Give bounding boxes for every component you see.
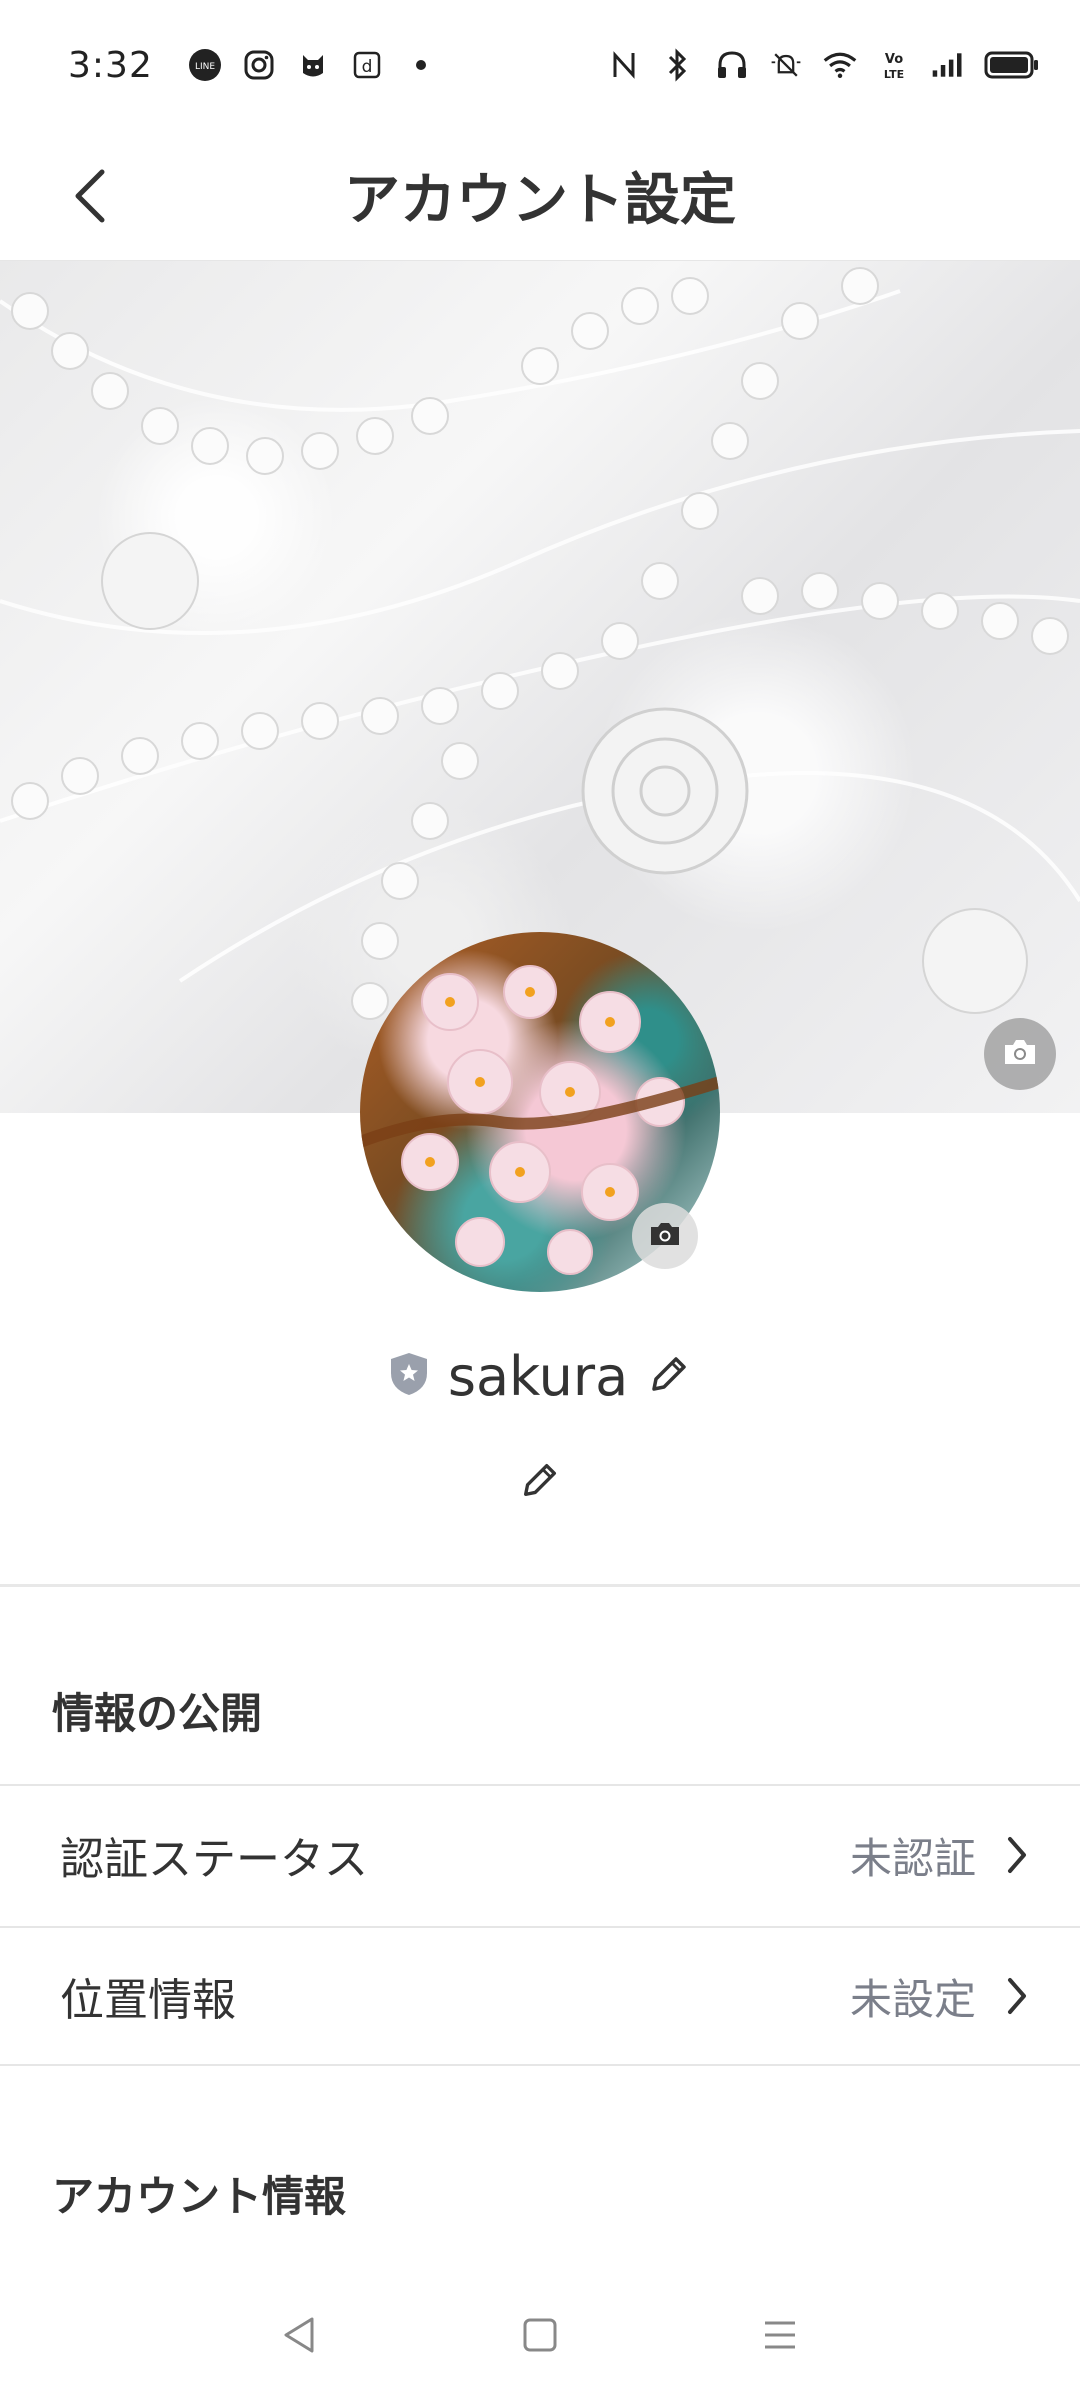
svg-text:Vo: Vo xyxy=(885,52,903,67)
row-value: 未設定 xyxy=(849,1974,976,2024)
camera-icon xyxy=(1001,1036,1039,1072)
status-bar: 3:32 LINE d Vo LTE xyxy=(0,0,1080,130)
row-label: 位置情報 xyxy=(60,1975,236,2026)
wifi-icon xyxy=(822,47,858,83)
row-right: 未認証 xyxy=(850,1825,1030,1886)
username-row: sakura xyxy=(0,1340,1080,1412)
triangle-back-icon xyxy=(284,2317,314,2353)
nav-back-button[interactable] xyxy=(270,2305,330,2365)
section-divider xyxy=(0,1584,1080,1587)
camera-icon xyxy=(648,1220,682,1252)
rose-ornament xyxy=(581,707,749,875)
page-title: アカウント設定 xyxy=(344,167,736,233)
cover-camera-button[interactable] xyxy=(984,1018,1056,1090)
bluetooth-icon xyxy=(660,47,696,83)
row-label: 認証ステータス xyxy=(60,1834,368,1885)
status-time: 3:32 xyxy=(68,44,153,86)
svg-text:LTE: LTE xyxy=(884,68,904,81)
status-right: Vo LTE xyxy=(606,47,1040,83)
nfc-icon xyxy=(606,47,642,83)
row-value: 未認証 xyxy=(849,1833,976,1883)
section-title-account-info: アカウント情報 xyxy=(52,2172,347,2221)
status-left: 3:32 LINE d xyxy=(68,45,439,86)
avatar-camera-button[interactable] xyxy=(632,1203,698,1269)
edit-username-button[interactable] xyxy=(646,1351,692,1401)
svg-text:d: d xyxy=(361,57,372,77)
edit-bio-button[interactable] xyxy=(510,1450,570,1510)
section-title-info-public: 情報の公開 xyxy=(52,1689,263,1738)
line-icon: LINE xyxy=(187,47,223,83)
instagram-icon xyxy=(241,47,277,83)
dot-icon xyxy=(403,47,439,83)
signal-icon xyxy=(930,47,966,83)
d-app-icon: d xyxy=(349,47,385,83)
system-nav-bar xyxy=(0,2270,1080,2400)
row-verification-status[interactable]: 認証ステータス 未認証 xyxy=(0,1784,1080,1924)
shield-star-icon xyxy=(388,1351,430,1401)
nav-home-button[interactable] xyxy=(510,2305,570,2365)
username: sakura xyxy=(447,1344,629,1408)
nav-menu-button[interactable] xyxy=(750,2305,810,2365)
row-right: 未設定 xyxy=(850,1966,1030,2027)
chevron-right-icon xyxy=(1008,1837,1026,1873)
svg-text:LINE: LINE xyxy=(195,62,215,72)
headphones-icon xyxy=(714,47,750,83)
pencil-icon xyxy=(652,1357,686,1391)
menu-lines-icon xyxy=(765,2321,795,2349)
volte-icon: Vo LTE xyxy=(876,47,912,83)
row-location[interactable]: 位置情報 未設定 xyxy=(0,1926,1080,2066)
app-icon xyxy=(295,47,331,83)
app-header: アカウント設定 xyxy=(0,130,1080,261)
mute-icon xyxy=(768,47,804,83)
square-home-icon xyxy=(523,2318,557,2352)
battery-icon xyxy=(984,47,1040,83)
pencil-icon xyxy=(523,1463,557,1497)
chevron-right-icon xyxy=(1008,1978,1026,2014)
